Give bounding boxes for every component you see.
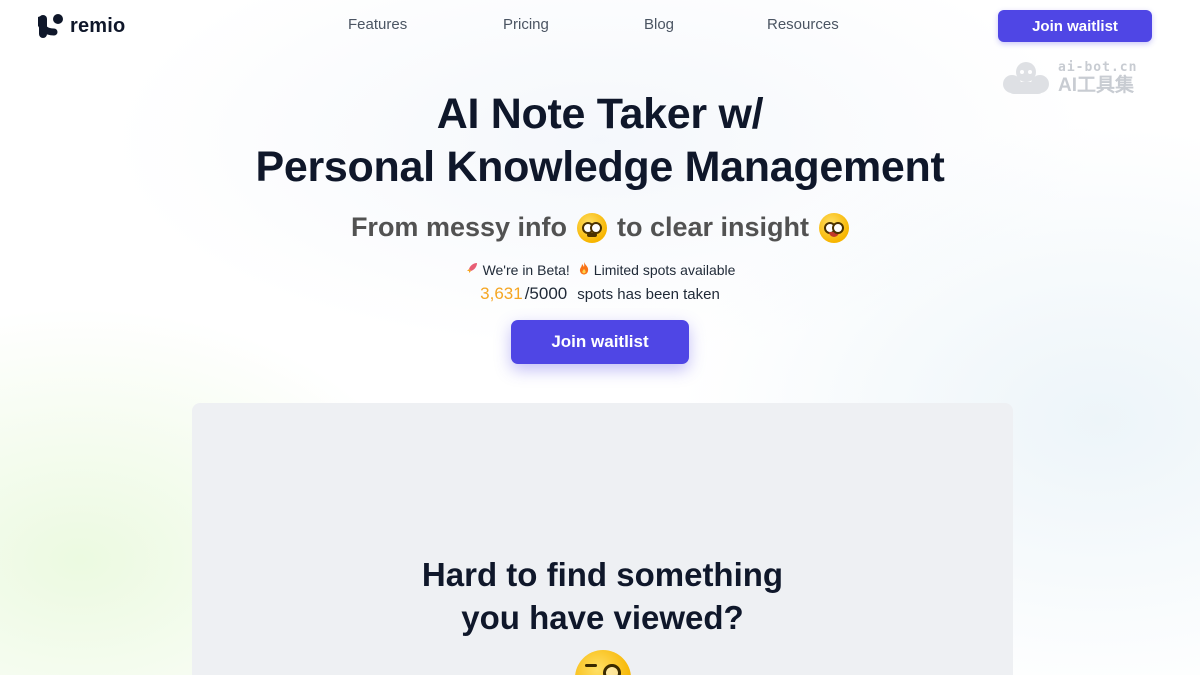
watermark: ai-bot.cn AI工具集	[1002, 60, 1137, 96]
hero-title-line1: AI Note Taker w/	[436, 90, 764, 138]
join-waitlist-nav-button[interactable]: Join waitlist	[998, 10, 1152, 42]
spots-total-count: /5000	[524, 284, 568, 303]
spots-counter: 3,631 /5000 spots has been taken	[0, 284, 1200, 304]
nav-link-pricing[interactable]: Pricing	[503, 16, 549, 33]
subtitle-part1: From messy info	[350, 212, 567, 242]
hero-title: AI Note Taker w/ Personal Knowledge Mana…	[0, 88, 1200, 194]
top-navbar: remio Features Pricing Blog Resources Jo…	[0, 0, 1200, 52]
demo-card: Hard to find something you have viewed?	[192, 403, 1013, 675]
spots-label: spots has been taken	[577, 286, 720, 303]
nav-link-resources[interactable]: Resources	[767, 16, 839, 33]
hero-section: AI Note Taker w/ Personal Knowledge Mana…	[0, 88, 1200, 364]
beta-text: We're in Beta!	[482, 261, 570, 278]
nerd-face-icon	[819, 212, 850, 243]
demo-title-line2: you have viewed?	[461, 599, 744, 636]
watermark-domain: ai-bot.cn	[1058, 60, 1138, 75]
beta-notice: We're in Beta! Limited spots available	[0, 261, 1200, 278]
hero-title-line2: Personal Knowledge Management	[255, 143, 945, 191]
limited-spots-text: Limited spots available	[593, 261, 736, 278]
demo-title-line1: Hard to find something	[421, 556, 784, 593]
nav-link-features[interactable]: Features	[348, 16, 407, 33]
watermark-robot-icon	[1003, 62, 1049, 94]
spots-taken-count: 3,631	[480, 284, 523, 303]
subtitle-part2: to clear insight	[617, 212, 810, 242]
confused-face-icon	[577, 212, 607, 243]
nav-link-blog[interactable]: Blog	[644, 16, 674, 33]
hero-subtitle: From messy info to clear insight	[0, 212, 1200, 243]
join-waitlist-hero-button[interactable]: Join waitlist	[511, 320, 689, 364]
demo-title: Hard to find something you have viewed?	[192, 553, 1013, 639]
fire-icon	[578, 261, 590, 278]
monocle-face-icon	[575, 650, 631, 675]
rocket-icon	[465, 261, 479, 278]
watermark-label: AI工具集	[1058, 75, 1135, 96]
